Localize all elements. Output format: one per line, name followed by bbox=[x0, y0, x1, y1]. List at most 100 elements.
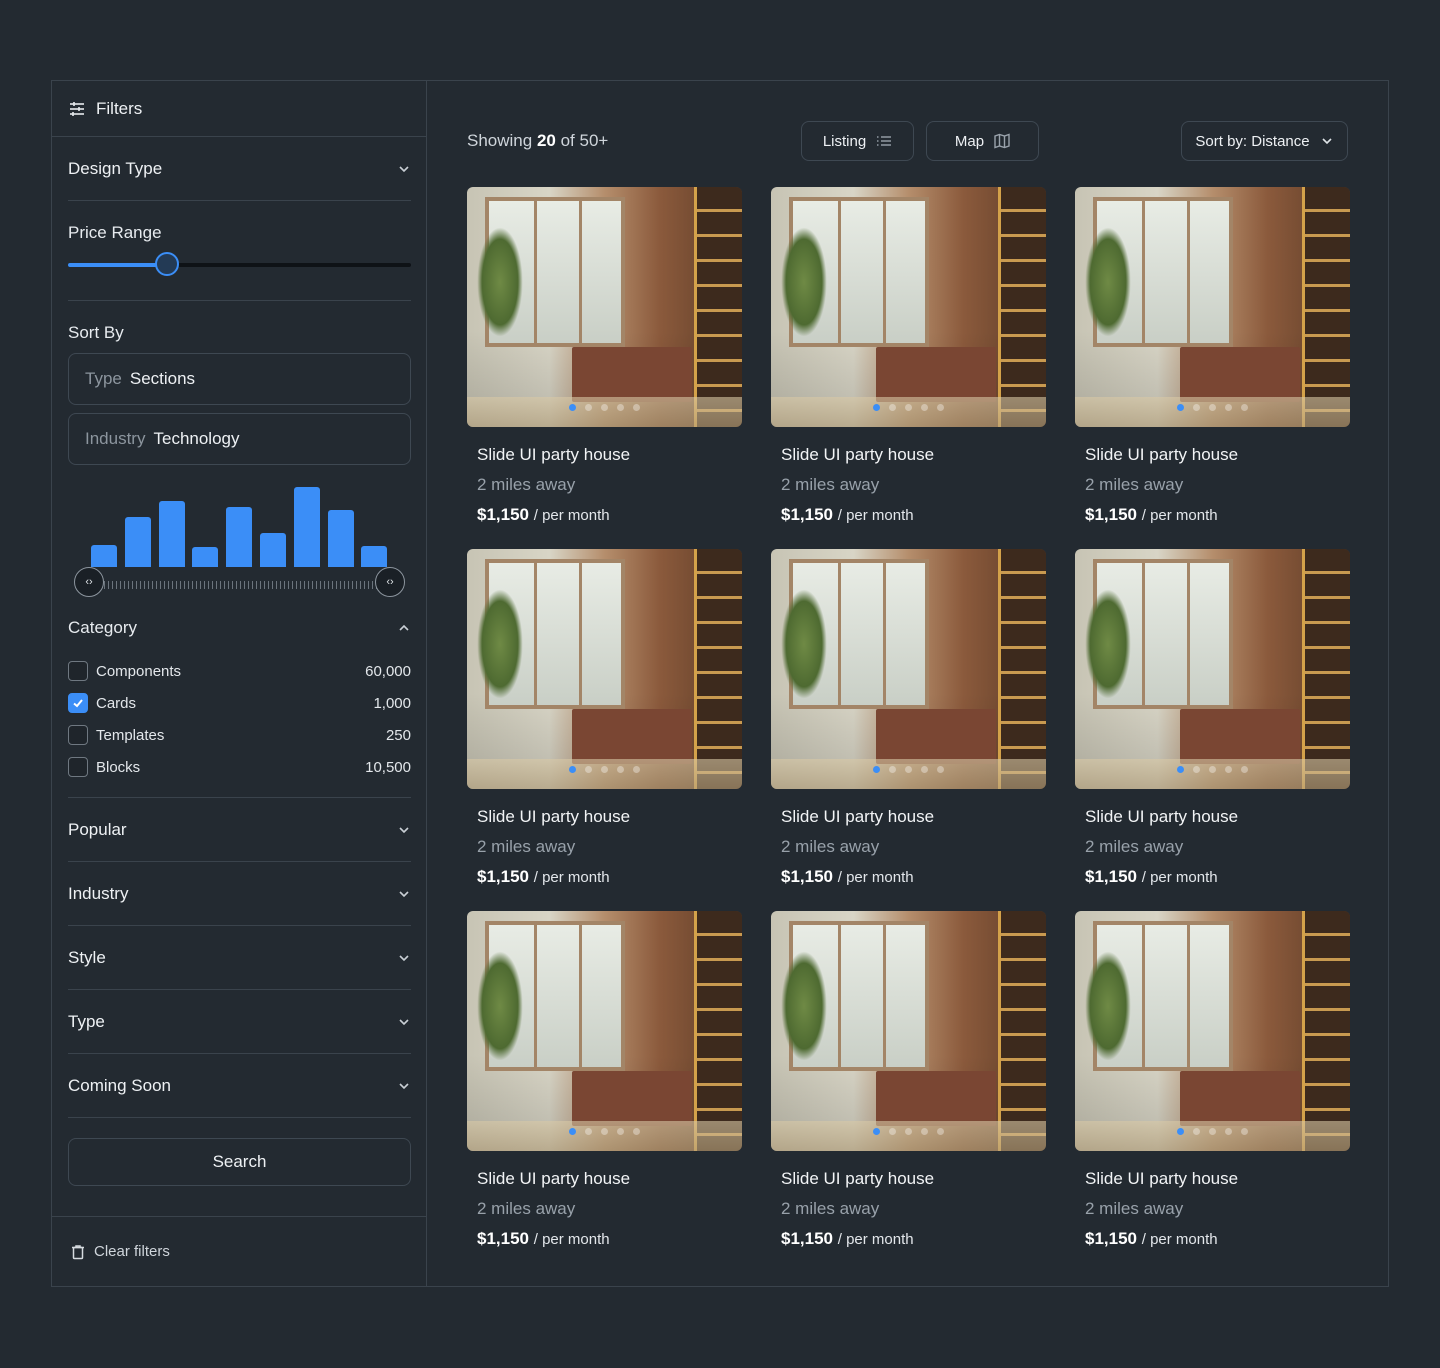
listing-view-button[interactable]: Listing bbox=[801, 121, 914, 161]
accordion-style[interactable]: Style bbox=[68, 926, 411, 990]
listing-card[interactable]: Slide UI party house 2 miles away $1,150… bbox=[1075, 549, 1350, 911]
card-title[interactable]: Slide UI party house bbox=[781, 445, 1046, 465]
carousel-dot[interactable] bbox=[1209, 1128, 1216, 1135]
checkbox[interactable] bbox=[68, 725, 88, 745]
carousel-dot[interactable] bbox=[617, 404, 624, 411]
carousel-dot[interactable] bbox=[569, 1128, 576, 1135]
card-title[interactable]: Slide UI party house bbox=[781, 1169, 1046, 1189]
carousel-dot[interactable] bbox=[601, 1128, 608, 1135]
listing-image[interactable] bbox=[467, 911, 742, 1151]
card-title[interactable]: Slide UI party house bbox=[1085, 807, 1350, 827]
accordion-coming-soon[interactable]: Coming Soon bbox=[68, 1054, 411, 1118]
card-title[interactable]: Slide UI party house bbox=[477, 445, 742, 465]
listing-image[interactable] bbox=[771, 911, 1046, 1151]
carousel-dot[interactable] bbox=[1209, 404, 1216, 411]
carousel-dot[interactable] bbox=[889, 766, 896, 773]
carousel-dot[interactable] bbox=[569, 404, 576, 411]
category-header[interactable]: Category bbox=[68, 601, 411, 655]
search-button[interactable]: Search bbox=[68, 1138, 411, 1186]
listing-image[interactable] bbox=[467, 187, 742, 427]
card-distance: 2 miles away bbox=[1085, 837, 1184, 856]
carousel-dot[interactable] bbox=[905, 766, 912, 773]
card-title[interactable]: Slide UI party house bbox=[781, 807, 1046, 827]
carousel-dot[interactable] bbox=[873, 404, 880, 411]
listing-card[interactable]: Slide UI party house 2 miles away $1,150… bbox=[467, 911, 742, 1273]
carousel-dot[interactable] bbox=[633, 1128, 640, 1135]
carousel-dot[interactable] bbox=[633, 766, 640, 773]
category-item[interactable]: Components 60,000 bbox=[68, 655, 411, 687]
listing-card[interactable]: Slide UI party house 2 miles away $1,150… bbox=[467, 187, 742, 549]
carousel-dot[interactable] bbox=[1177, 766, 1184, 773]
carousel-dot[interactable] bbox=[1209, 766, 1216, 773]
accordion-popular[interactable]: Popular bbox=[68, 798, 411, 862]
listing-card[interactable]: Slide UI party house 2 miles away $1,150… bbox=[771, 549, 1046, 911]
carousel-dot[interactable] bbox=[873, 766, 880, 773]
listing-image[interactable] bbox=[1075, 549, 1350, 789]
listing-image[interactable] bbox=[771, 549, 1046, 789]
checkbox[interactable] bbox=[68, 693, 88, 713]
listing-image[interactable] bbox=[771, 187, 1046, 427]
carousel-dot[interactable] bbox=[921, 1128, 928, 1135]
carousel-dot[interactable] bbox=[1225, 1128, 1232, 1135]
category-item[interactable]: Cards 1,000 bbox=[68, 687, 411, 719]
carousel-dot[interactable] bbox=[585, 766, 592, 773]
card-title[interactable]: Slide UI party house bbox=[477, 1169, 742, 1189]
carousel-dot[interactable] bbox=[1241, 766, 1248, 773]
image-plant bbox=[477, 589, 523, 699]
carousel-dot[interactable] bbox=[1225, 404, 1232, 411]
checkbox[interactable] bbox=[68, 757, 88, 777]
accordion-type[interactable]: Type bbox=[68, 990, 411, 1054]
category-item[interactable]: Blocks 10,500 bbox=[68, 751, 411, 783]
listing-image[interactable] bbox=[1075, 911, 1350, 1151]
carousel-dot[interactable] bbox=[1193, 404, 1200, 411]
slider-thumb[interactable] bbox=[155, 252, 179, 276]
card-title[interactable]: Slide UI party house bbox=[477, 807, 742, 827]
sort-type-field[interactable]: Type Sections bbox=[68, 353, 411, 405]
carousel-dot[interactable] bbox=[1241, 1128, 1248, 1135]
carousel-dot[interactable] bbox=[569, 766, 576, 773]
sort-industry-field[interactable]: Industry Technology bbox=[68, 413, 411, 465]
carousel-dot[interactable] bbox=[889, 404, 896, 411]
carousel-dot[interactable] bbox=[585, 404, 592, 411]
histogram-left-handle[interactable]: ‹› bbox=[74, 567, 104, 597]
listing-card[interactable]: Slide UI party house 2 miles away $1,150… bbox=[1075, 911, 1350, 1273]
category-item[interactable]: Templates 250 bbox=[68, 719, 411, 751]
map-view-button[interactable]: Map bbox=[926, 121, 1039, 161]
carousel-dot[interactable] bbox=[1193, 766, 1200, 773]
price-range-slider[interactable] bbox=[68, 252, 411, 276]
accordion-design-type[interactable]: Design Type bbox=[68, 137, 411, 201]
carousel-dot[interactable] bbox=[937, 1128, 944, 1135]
carousel-dot[interactable] bbox=[617, 1128, 624, 1135]
histogram-right-handle[interactable]: ‹› bbox=[375, 567, 405, 597]
sort-dropdown[interactable]: Sort by: Distance bbox=[1181, 121, 1348, 161]
clear-filters-button[interactable]: Clear filters bbox=[52, 1216, 426, 1286]
carousel-dot[interactable] bbox=[873, 1128, 880, 1135]
card-title[interactable]: Slide UI party house bbox=[1085, 445, 1350, 465]
listing-card[interactable]: Slide UI party house 2 miles away $1,150… bbox=[1075, 187, 1350, 549]
card-title[interactable]: Slide UI party house bbox=[1085, 1169, 1350, 1189]
carousel-dot[interactable] bbox=[921, 404, 928, 411]
carousel-dot[interactable] bbox=[905, 404, 912, 411]
carousel-dot[interactable] bbox=[905, 1128, 912, 1135]
carousel-dot[interactable] bbox=[1241, 404, 1248, 411]
carousel-dot[interactable] bbox=[1177, 1128, 1184, 1135]
carousel-dot[interactable] bbox=[937, 404, 944, 411]
listing-image[interactable] bbox=[467, 549, 742, 789]
carousel-dot[interactable] bbox=[1225, 766, 1232, 773]
listing-card[interactable]: Slide UI party house 2 miles away $1,150… bbox=[771, 911, 1046, 1273]
carousel-dot[interactable] bbox=[889, 1128, 896, 1135]
listing-card[interactable]: Slide UI party house 2 miles away $1,150… bbox=[771, 187, 1046, 549]
carousel-dot[interactable] bbox=[585, 1128, 592, 1135]
carousel-dot[interactable] bbox=[937, 766, 944, 773]
carousel-dot[interactable] bbox=[601, 766, 608, 773]
carousel-dot[interactable] bbox=[1193, 1128, 1200, 1135]
carousel-dot[interactable] bbox=[601, 404, 608, 411]
accordion-industry[interactable]: Industry bbox=[68, 862, 411, 926]
carousel-dot[interactable] bbox=[617, 766, 624, 773]
carousel-dot[interactable] bbox=[633, 404, 640, 411]
listing-card[interactable]: Slide UI party house 2 miles away $1,150… bbox=[467, 549, 742, 911]
carousel-dot[interactable] bbox=[921, 766, 928, 773]
listing-image[interactable] bbox=[1075, 187, 1350, 427]
carousel-dot[interactable] bbox=[1177, 404, 1184, 411]
checkbox[interactable] bbox=[68, 661, 88, 681]
